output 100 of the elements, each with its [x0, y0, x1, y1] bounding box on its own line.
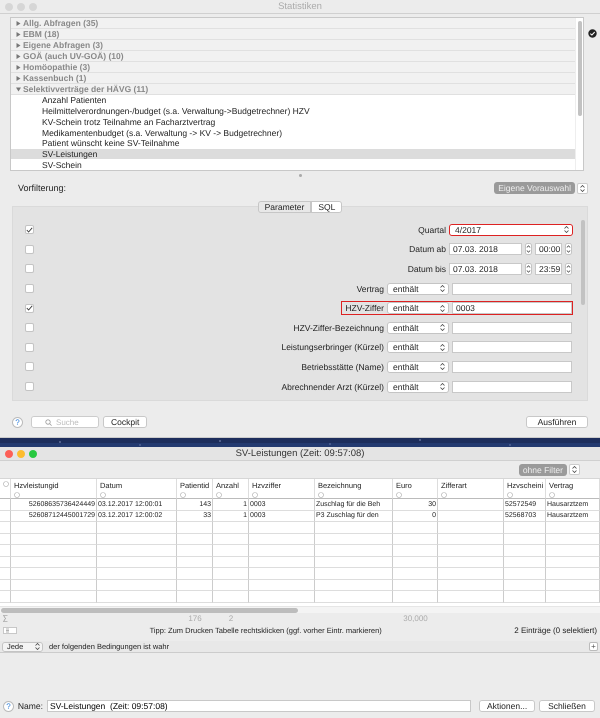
- tab[interactable]: Parameter: [258, 201, 312, 213]
- tree-item[interactable]: SV-Leistungen: [11, 148, 575, 160]
- operator-select[interactable]: enthält: [387, 360, 449, 373]
- operator-select[interactable]: enthält: [387, 322, 449, 334]
- value-field[interactable]: [452, 380, 572, 393]
- operator-select[interactable]: enthält: [387, 282, 449, 295]
- checkbox[interactable]: [25, 304, 34, 313]
- checkbox[interactable]: [25, 342, 34, 352]
- name-field[interactable]: SV-Leistungen (Zeit: 09:57:08): [46, 700, 472, 712]
- sort-indicator-icon[interactable]: [252, 492, 258, 498]
- close-window-button[interactable]: [5, 450, 13, 458]
- stepper-icon[interactable]: [525, 243, 532, 256]
- sort-indicator-icon[interactable]: [100, 492, 106, 498]
- empty-cell: [546, 545, 600, 556]
- value-field[interactable]: [452, 322, 572, 334]
- name-label: Name:: [18, 701, 43, 711]
- sort-indicator-icon[interactable]: [396, 492, 402, 498]
- row-header[interactable]: [0, 510, 11, 522]
- date-field[interactable]: 07.03. 2018: [449, 262, 522, 275]
- sort-indicator-icon[interactable]: [318, 492, 324, 498]
- filter-label: Betriebsstätte (Name): [301, 362, 384, 372]
- value-field[interactable]: [452, 341, 572, 354]
- triangle-right-icon[interactable]: [16, 42, 21, 48]
- menu-arrow-icon: [572, 466, 577, 473]
- stepper-icon[interactable]: [525, 262, 532, 275]
- empty-cell: [249, 534, 315, 545]
- value-field[interactable]: [452, 360, 572, 373]
- column-total: 176: [188, 614, 202, 623]
- empty-cell: [546, 556, 600, 568]
- cockpit-button[interactable]: Cockpit: [103, 416, 148, 428]
- value-field[interactable]: 0003: [452, 302, 572, 314]
- actions-button[interactable]: Aktionen...: [479, 700, 535, 712]
- empty-cell: [0, 534, 11, 545]
- triangle-right-icon[interactable]: [16, 20, 21, 26]
- empty-cell: [504, 522, 546, 534]
- updown-icon: [564, 226, 569, 234]
- empty-cell: [393, 591, 438, 602]
- columns-icon[interactable]: [3, 626, 17, 634]
- filter-label: HZV-Ziffer-Bezeichnung: [293, 322, 384, 333]
- operator-select[interactable]: enthält: [387, 341, 449, 354]
- empty-cell: [438, 522, 504, 534]
- operator-select[interactable]: enthält: [387, 302, 449, 314]
- empty-cell: [393, 534, 438, 545]
- add-condition-button[interactable]: +: [589, 642, 598, 651]
- filter-label: Vertrag: [356, 284, 384, 294]
- triangle-right-icon[interactable]: [16, 32, 21, 36]
- scrollbar-thumb[interactable]: [578, 21, 582, 116]
- close-button[interactable]: Schließen: [539, 700, 595, 712]
- time-field[interactable]: 00:00: [535, 243, 562, 256]
- date-field[interactable]: 07.03. 2018: [449, 243, 522, 256]
- quarter-select[interactable]: 4/2017: [449, 224, 573, 236]
- triangle-down-icon[interactable]: [16, 86, 21, 92]
- operator-select[interactable]: enthält: [387, 380, 449, 393]
- empty-cell: [177, 545, 213, 556]
- filter-menu-button[interactable]: [569, 464, 580, 475]
- splitter-handle[interactable]: [298, 174, 302, 176]
- empty-cell: [546, 534, 600, 545]
- check-icon: [26, 226, 33, 233]
- scrollbar-thumb[interactable]: [581, 220, 585, 305]
- filter-label: Abrechnender Arzt (Kürzel): [281, 382, 384, 392]
- help-button[interactable]: ?: [3, 700, 14, 712]
- sort-indicator-icon[interactable]: [180, 492, 186, 498]
- tab[interactable]: SQL: [311, 201, 342, 213]
- menu-arrow-icon: [580, 184, 585, 192]
- sort-indicator-icon[interactable]: [216, 492, 222, 498]
- stepper-icon[interactable]: [565, 243, 572, 256]
- empty-cell: [0, 591, 11, 602]
- triangle-right-icon[interactable]: [16, 76, 21, 80]
- empty-cell: [177, 522, 213, 534]
- stepper-icon[interactable]: [565, 262, 572, 275]
- help-button[interactable]: ?: [12, 416, 23, 428]
- minimize-window-button[interactable]: [17, 450, 25, 458]
- checkbox[interactable]: [25, 362, 34, 372]
- scrollbar-thumb[interactable]: [1, 608, 298, 612]
- triangle-right-icon[interactable]: [16, 54, 21, 58]
- checkbox[interactable]: [25, 323, 34, 332]
- check-circle-icon[interactable]: [588, 29, 596, 38]
- value-field[interactable]: [452, 282, 572, 295]
- checkbox[interactable]: [25, 382, 34, 392]
- check-icon: [26, 305, 33, 312]
- search-field[interactable]: Suche: [31, 416, 99, 428]
- checkbox[interactable]: [25, 244, 34, 254]
- run-button[interactable]: Ausführen: [526, 416, 588, 428]
- triangle-right-icon[interactable]: [16, 64, 21, 70]
- sort-indicator-icon[interactable]: [549, 492, 555, 498]
- time-field[interactable]: 23:59: [535, 262, 562, 275]
- sort-indicator-icon[interactable]: [507, 492, 513, 498]
- empty-cell: [393, 522, 438, 534]
- zoom-window-button[interactable]: [29, 450, 37, 458]
- row-header-corner[interactable]: [0, 479, 11, 499]
- checkbox[interactable]: [25, 284, 34, 294]
- sort-indicator-icon[interactable]: [441, 492, 447, 498]
- preset-menu-button[interactable]: [577, 182, 588, 194]
- empty-cell: [213, 568, 249, 580]
- row-header[interactable]: [0, 499, 11, 510]
- empty-cell: [249, 522, 315, 534]
- checkbox[interactable]: [25, 264, 34, 274]
- empty-cell: [0, 556, 11, 568]
- empty-cell: [546, 591, 600, 602]
- checkbox[interactable]: [25, 225, 34, 234]
